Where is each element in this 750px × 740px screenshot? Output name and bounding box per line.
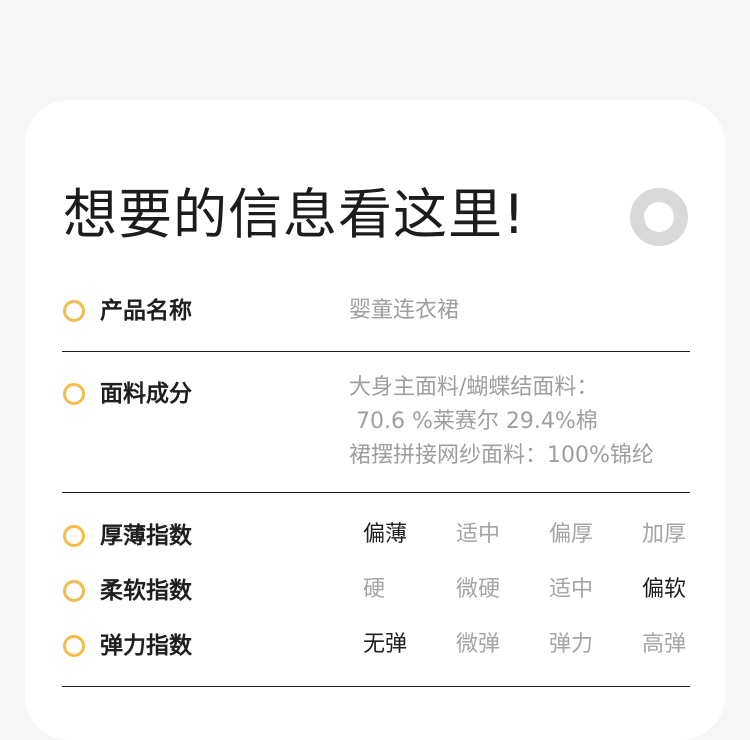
softness-option[interactable]: 微硬 — [456, 574, 500, 606]
softness-index-label: 柔软指数 — [100, 578, 192, 604]
fabric-line-2: 70.6 %莱赛尔 29.4%棉 — [349, 409, 598, 434]
softness-option[interactable]: 偏软 — [642, 574, 686, 606]
divider — [62, 351, 690, 352]
elasticity-option[interactable]: 无弹 — [363, 629, 407, 661]
divider — [62, 686, 690, 687]
thickness-option[interactable]: 偏厚 — [549, 519, 593, 551]
fabric-label: 面料成分 — [100, 381, 192, 407]
ring-icon — [630, 188, 688, 246]
thickness-option[interactable]: 加厚 — [642, 519, 686, 551]
divider — [62, 492, 690, 493]
bullet-icon — [63, 525, 85, 547]
elasticity-option[interactable]: 微弹 — [456, 629, 500, 661]
elasticity-option[interactable]: 弹力 — [549, 629, 593, 661]
bullet-icon — [63, 580, 85, 602]
page-title: 想要的信息看这里! — [63, 183, 526, 246]
softness-option[interactable]: 硬 — [363, 574, 385, 606]
bullet-icon — [63, 300, 85, 322]
elasticity-index-label: 弹力指数 — [100, 633, 192, 659]
fabric-line-1: 大身主面料/蝴蝶结面料： — [349, 375, 599, 400]
product-name-value: 婴童连衣裙 — [349, 298, 460, 323]
softness-option[interactable]: 适中 — [549, 574, 593, 606]
thickness-option[interactable]: 偏薄 — [363, 519, 407, 551]
product-name-label: 产品名称 — [100, 298, 192, 324]
thickness-option[interactable]: 适中 — [456, 519, 500, 551]
fabric-line-3: 裙摆拼接网纱面料：100%锦纶 — [349, 443, 654, 468]
thickness-index-label: 厚薄指数 — [100, 523, 192, 549]
elasticity-option[interactable]: 高弹 — [642, 629, 686, 661]
bullet-icon — [63, 383, 85, 405]
bullet-icon — [63, 635, 85, 657]
